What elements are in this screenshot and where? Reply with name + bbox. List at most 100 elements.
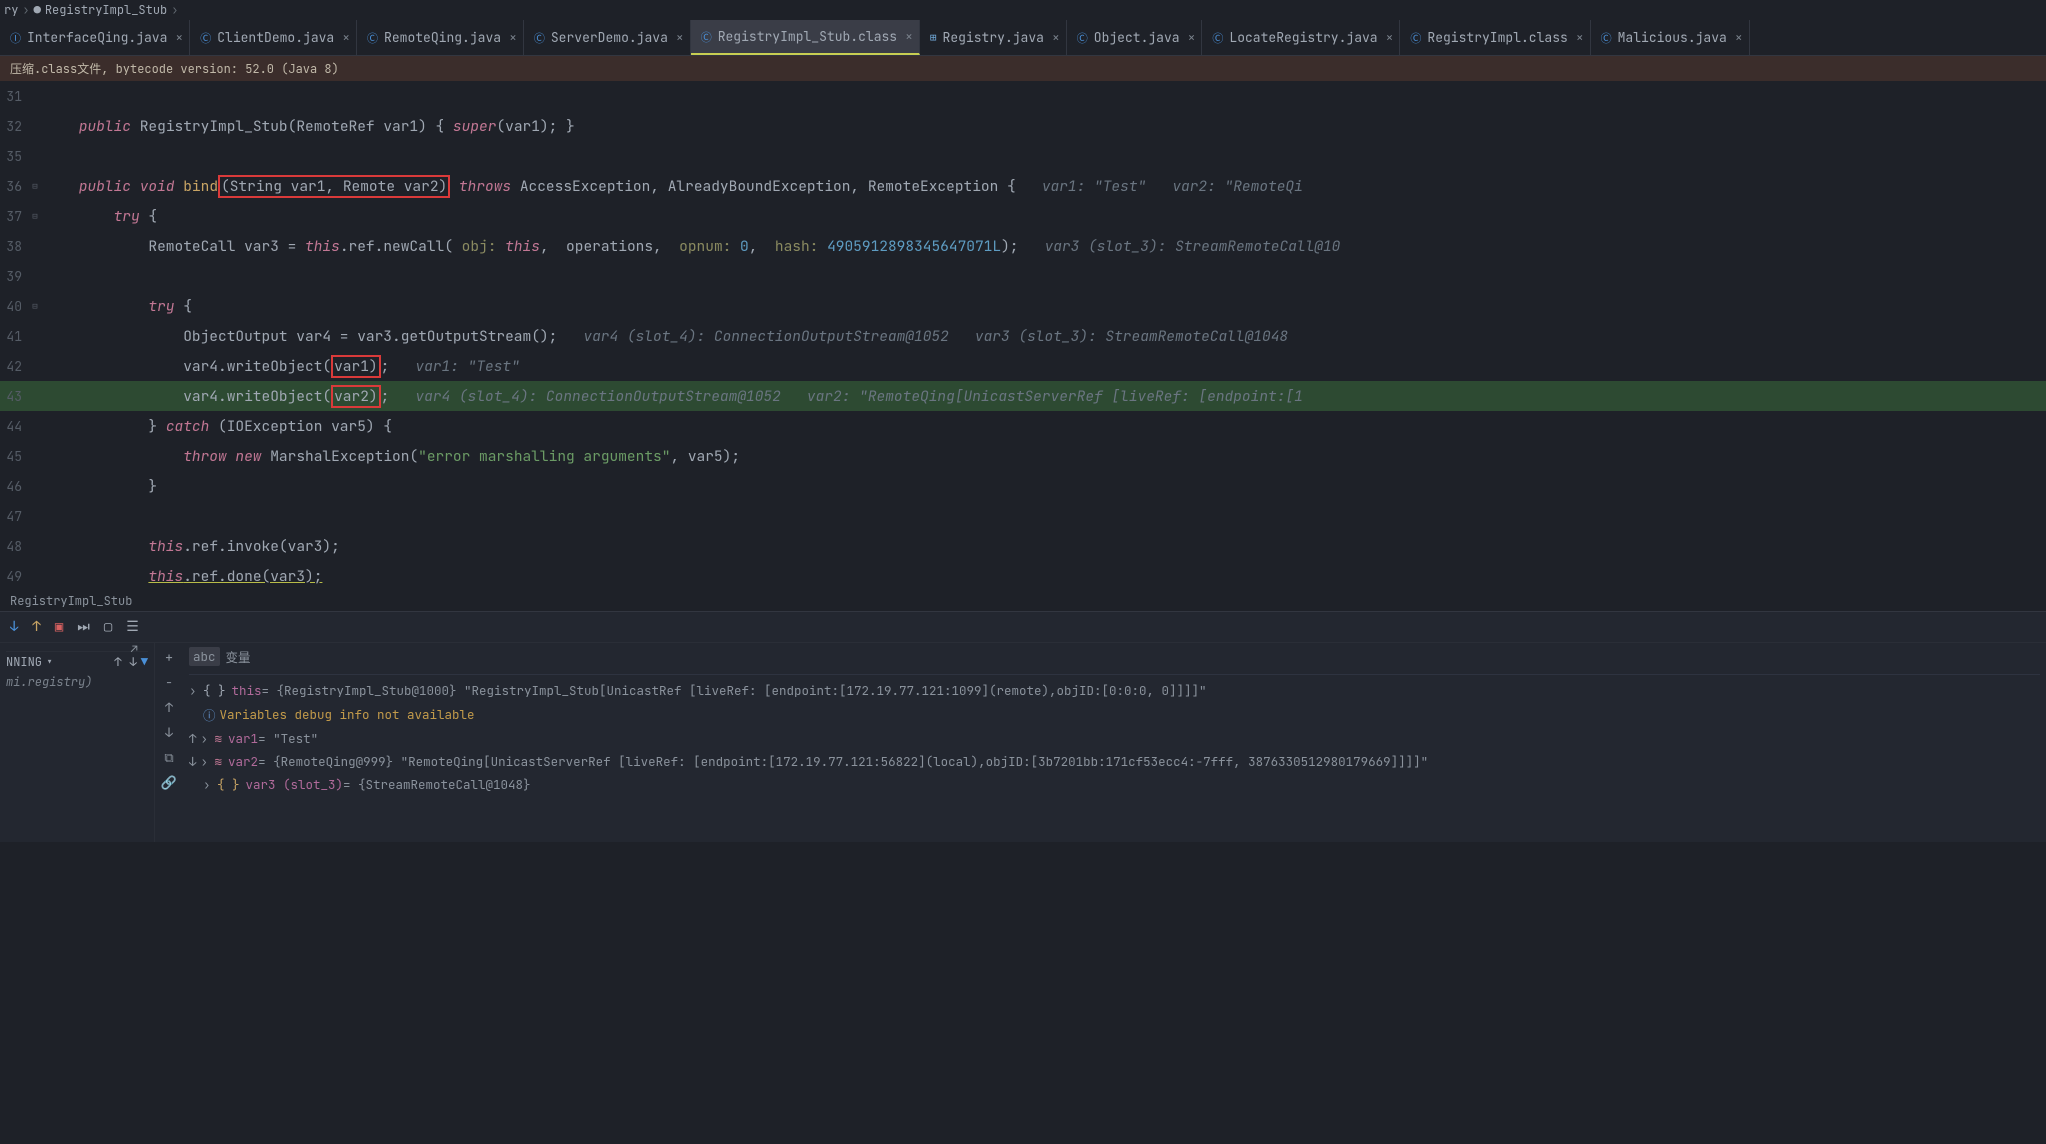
remove-watch-button[interactable]: − [165, 674, 173, 691]
editor-breadcrumb[interactable]: RegistryImpl_Stub [0, 591, 2046, 611]
debug-vars-toolbar: + − ↑ ↓ ⧉ 🔗 [155, 643, 183, 842]
info-icon: ⓘ [203, 705, 216, 724]
chevron-right-icon[interactable]: › [201, 730, 211, 747]
line-number: 39 [0, 268, 30, 285]
class-icon: Ⓒ [367, 30, 378, 46]
close-icon[interactable]: × [676, 29, 684, 46]
debug-frames-panel[interactable]: ↗ NNING▾↑↓▼ mi.registry) [0, 643, 155, 842]
tab-locateregistry[interactable]: Ⓒ LocateRegistry.java × [1202, 20, 1400, 55]
step-over-button[interactable]: ↓ [10, 618, 18, 636]
down-button[interactable]: ↓ [165, 724, 173, 741]
prev-frame-button[interactable]: ↑ [114, 654, 121, 670]
highlighted-var1: var1) [331, 355, 381, 378]
class-icon: Ⓒ [1212, 30, 1223, 46]
breadcrumb-part[interactable]: ry [4, 2, 18, 18]
tab-registry[interactable]: ⊞ Registry.java × [920, 20, 1067, 55]
filter-icon[interactable]: ▼ [141, 654, 148, 670]
line-number: 41 [0, 328, 30, 345]
current-execution-line: 43 var4.writeObject(var2); var4 (slot_4)… [0, 381, 2046, 411]
tab-label: LocateRegistry.java [1229, 29, 1377, 46]
frame-item[interactable]: mi.registry) [6, 674, 92, 690]
line-number: 40 [0, 298, 30, 315]
breadcrumb-part[interactable]: RegistryImpl_Stub [45, 2, 167, 18]
tab-interfaceqing[interactable]: Ⓘ InterfaceQing.java × [0, 20, 190, 55]
chevron-right-icon[interactable]: › [201, 753, 211, 770]
resume-button[interactable]: ⏭ [77, 618, 90, 636]
close-icon[interactable]: × [1576, 29, 1584, 46]
tab-object[interactable]: ⒸObject.java× [1067, 20, 1203, 55]
tab-label: InterfaceQing.java [27, 29, 167, 46]
line-number: 37 [0, 208, 30, 225]
line-number: 49 [0, 568, 30, 585]
interface-icon: ⊞ [930, 31, 937, 45]
string-icon: ≋ [215, 730, 223, 747]
line-number: 38 [0, 238, 30, 255]
class-icon: ● [34, 2, 41, 18]
variable-row[interactable]: ↓›≋var2 = {RemoteQing@999} "RemoteQing[U… [189, 750, 2040, 773]
line-number: 45 [0, 448, 30, 465]
tab-registryimpl-stub[interactable]: ⒸRegistryImpl_Stub.class× [691, 20, 920, 55]
close-icon[interactable]: × [1735, 29, 1743, 46]
close-icon[interactable]: × [1386, 29, 1394, 46]
class-icon: Ⓒ [534, 30, 545, 46]
class-icon: Ⓒ [1410, 30, 1421, 46]
variable-row[interactable]: ›{ }this = {RegistryImpl_Stub@1000} "Reg… [189, 679, 2040, 702]
debug-toolbar: ↓ ↑ ▣ ⏭ ▢ ☰ [0, 611, 2046, 642]
close-icon[interactable]: × [509, 29, 517, 46]
line-number: 47 [0, 508, 30, 525]
debug-variables-panel[interactable]: abc 变量 ›{ }this = {RegistryImpl_Stub@1000… [183, 643, 2046, 842]
up-button[interactable]: ↑ [165, 699, 173, 716]
line-number: 31 [0, 88, 30, 105]
evaluate-button[interactable]: ▢ [104, 618, 112, 636]
code-editor[interactable]: 31 32 public RegistryImpl_Stub(RemoteRef… [0, 81, 2046, 591]
tab-clientdemo[interactable]: Ⓒ ClientDemo.java × [190, 20, 357, 55]
tab-registryimpl[interactable]: Ⓒ RegistryImpl.class × [1400, 20, 1590, 55]
tab-label: RegistryImpl.class [1427, 29, 1567, 46]
settings-button[interactable]: ☰ [126, 618, 139, 636]
vars-mode-icon[interactable]: abc [189, 647, 220, 666]
vars-header: 变量 [226, 647, 251, 666]
close-icon[interactable]: × [342, 29, 350, 46]
highlighted-var2: var2) [331, 385, 381, 408]
stop-button[interactable]: ▣ [55, 618, 63, 636]
link-button[interactable]: 🔗 [161, 774, 177, 791]
object-icon: { } [217, 776, 240, 793]
add-watch-button[interactable]: + [165, 649, 173, 666]
line-number: 36 [0, 178, 30, 195]
close-icon[interactable]: × [905, 28, 913, 45]
interface-icon: Ⓘ [10, 30, 21, 46]
arrow-up-icon: ↑ [189, 730, 197, 747]
dropdown-icon[interactable]: ▾ [46, 654, 53, 670]
tab-label: Malicious.java [1618, 29, 1727, 46]
tab-label: Object.java [1094, 29, 1180, 46]
tab-remoteqing[interactable]: Ⓒ RemoteQing.java × [357, 20, 524, 55]
tab-label: ServerDemo.java [551, 29, 668, 46]
line-number: 32 [0, 118, 30, 135]
variable-row[interactable]: ›{ }var3 (slot_3) = {StreamRemoteCall@10… [189, 773, 2040, 796]
close-icon[interactable]: × [1052, 29, 1060, 46]
line-number: 43 [0, 388, 30, 405]
tab-malicious[interactable]: ⒸMalicious.java× [1591, 20, 1750, 55]
line-number: 44 [0, 418, 30, 435]
step-into-button[interactable]: ↑ [32, 618, 40, 636]
class-icon: Ⓒ [701, 29, 712, 45]
close-icon[interactable]: × [175, 29, 183, 46]
tab-label: ClientDemo.java [217, 29, 334, 46]
expand-icon[interactable]: ↗ [131, 641, 138, 657]
debug-info-warning: ⓘVariables debug info not available [189, 702, 2040, 727]
close-icon[interactable]: × [1188, 29, 1196, 46]
class-icon: Ⓒ [200, 30, 211, 46]
chevron-right-icon[interactable]: › [203, 776, 213, 793]
breadcrumb[interactable]: ry › ● RegistryImpl_Stub › [0, 0, 2046, 20]
tab-label: RemoteQing.java [384, 29, 501, 46]
object-icon: { } [203, 682, 226, 699]
chevron-right-icon[interactable]: › [189, 682, 199, 699]
tab-serverdemo[interactable]: Ⓒ ServerDemo.java × [524, 20, 691, 55]
arrow-down-icon: ↓ [189, 753, 197, 770]
object-icon: ≋ [215, 753, 223, 770]
copy-button[interactable]: ⧉ [164, 749, 173, 766]
tab-label: Registry.java [943, 29, 1044, 46]
editor-tabs: Ⓘ InterfaceQing.java × Ⓒ ClientDemo.java × Ⓒ… [0, 20, 2046, 56]
highlighted-params: (String var1, Remote var2) [218, 175, 450, 198]
variable-row[interactable]: ↑›≋var1 = "Test" [189, 727, 2040, 750]
